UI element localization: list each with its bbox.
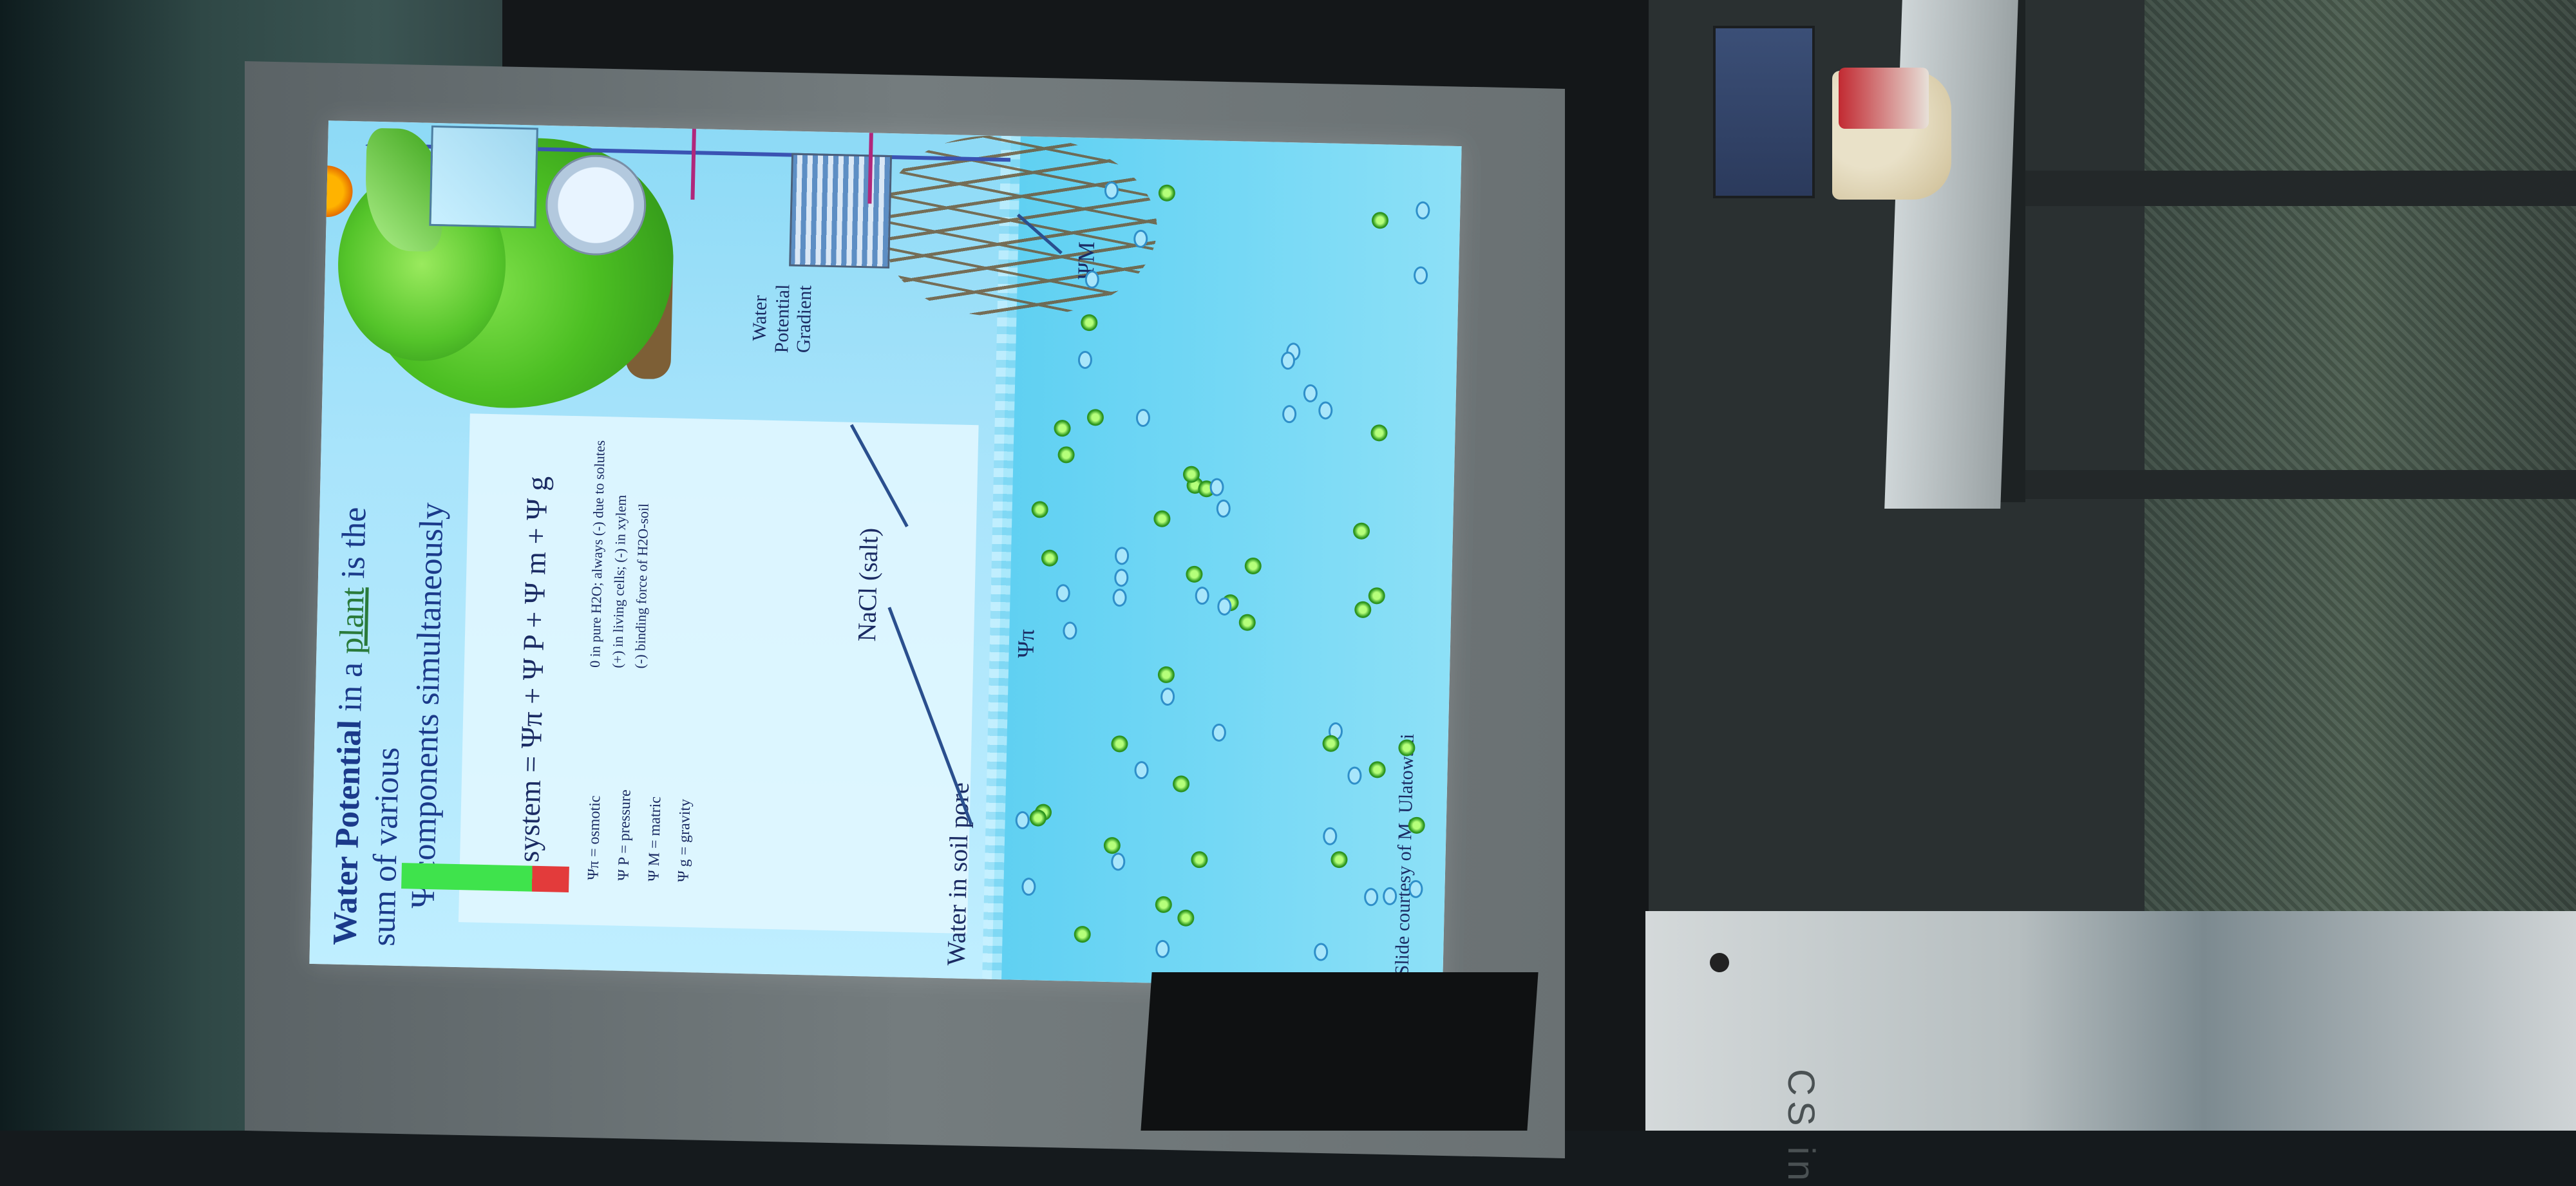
gradient-word-3: Gradient [793, 285, 816, 353]
equation-legend: Ψπ = osmotic Ψ P = pressure Ψ M = matric… [578, 789, 701, 883]
projected-slide: Water Potential in a plant is the sum of… [309, 120, 1462, 990]
salt-crystal [1080, 314, 1098, 332]
laptop-corner [1141, 972, 1539, 1131]
psi-pi-label: Ψπ [1012, 628, 1039, 659]
small-monitor [1713, 26, 1815, 198]
presenter-toolbar [401, 863, 569, 892]
nacl-label: NaCl (salt) [851, 527, 884, 642]
water-bubble [1021, 877, 1036, 896]
poster-text: CS in [1780, 1069, 1822, 1186]
water-bubble [1133, 229, 1148, 248]
gradient-word-2: Potential [770, 284, 793, 353]
water-bubble [1363, 887, 1379, 907]
table-rail [2009, 171, 2576, 206]
table-rail-lower [2022, 470, 2576, 499]
salt-crystal [1354, 601, 1372, 618]
salt-crystal [1110, 735, 1128, 753]
water-bubble [1077, 350, 1092, 369]
water-bubble [1160, 687, 1175, 706]
title-bold: Water Potential [327, 719, 368, 946]
legend-gravity: Ψ g = gravity [675, 798, 694, 883]
salt-crystal [1408, 816, 1426, 834]
salt-crystal [1244, 557, 1262, 575]
water-bubble [1313, 942, 1329, 961]
legend-matric: Ψ M = matric [645, 796, 664, 882]
legend-notes: 0 in pure H2O; always (-) due to solutes… [583, 397, 658, 669]
salt-crystal [1057, 446, 1075, 464]
salt-crystal [1330, 851, 1348, 869]
water-bubble [1209, 477, 1224, 496]
slide-subtitle: Ψ components simultaneously [404, 502, 451, 909]
gradient-word-1: Water [748, 295, 772, 341]
title-plant-link: plant [333, 587, 372, 655]
water-bubble [1062, 621, 1077, 640]
water-bubble [1014, 811, 1030, 830]
root-cell-diagram [789, 153, 893, 269]
legend-osmotic: Ψπ = osmotic [585, 795, 604, 881]
legend-pressure: Ψ P = pressure [615, 789, 634, 881]
cup-label [1839, 68, 1929, 129]
salt-crystal [1177, 909, 1195, 927]
salt-crystal [1155, 896, 1172, 913]
title-in-a: in a [331, 654, 370, 720]
water-potential-gradient-label: Water Potential Gradient [748, 283, 817, 353]
water-bubble [1056, 583, 1070, 603]
water-in-soil-pore-label: Water in soil pore [941, 782, 975, 966]
stomata-diagram [429, 125, 538, 229]
water-bubble [1114, 546, 1130, 565]
salt-crystal [1074, 925, 1091, 943]
salt-crystal [1153, 510, 1171, 527]
poster-dot [1710, 953, 1729, 972]
salt-crystal [1086, 408, 1104, 426]
